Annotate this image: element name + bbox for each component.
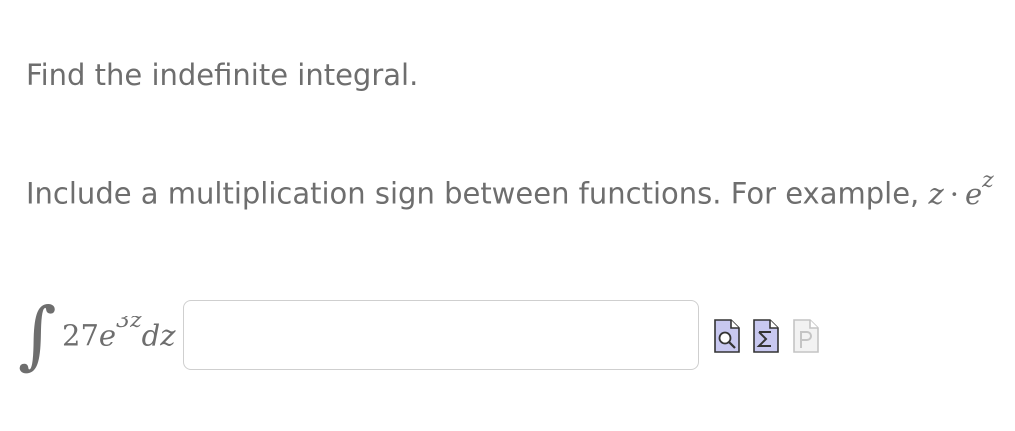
- document-p-icon: [793, 319, 819, 353]
- hint-example-operator: ·: [949, 176, 959, 211]
- hint-text: Include a multiplication sign between fu…: [26, 176, 920, 211]
- hint-example: z · ez: [928, 168, 993, 211]
- answer-input[interactable]: [183, 300, 699, 370]
- integrand-base: e: [98, 318, 117, 353]
- document-sigma-icon: [753, 319, 779, 353]
- preview-button[interactable]: [713, 318, 741, 354]
- integral-question-row: ∫ 27e3zdz: [18, 290, 1015, 380]
- integrand-differential: dz: [141, 318, 176, 353]
- hint-example-exponent: z: [982, 168, 994, 193]
- multiplication-hint: Include a multiplication sign between fu…: [26, 168, 994, 211]
- question-prompt: Find the indefinite integral.: [26, 58, 419, 92]
- integrand: 27e3zdz: [62, 316, 184, 353]
- equation-editor-button[interactable]: [752, 318, 780, 354]
- integrand-exponent: 3z: [116, 316, 142, 333]
- integral-sign: ∫: [18, 292, 57, 378]
- hint-example-base: e: [964, 176, 983, 211]
- pdf-button[interactable]: [792, 318, 820, 354]
- hint-example-left: z: [928, 176, 944, 211]
- document-magnifier-icon: [714, 319, 740, 353]
- integrand-coefficient: 27: [62, 318, 99, 353]
